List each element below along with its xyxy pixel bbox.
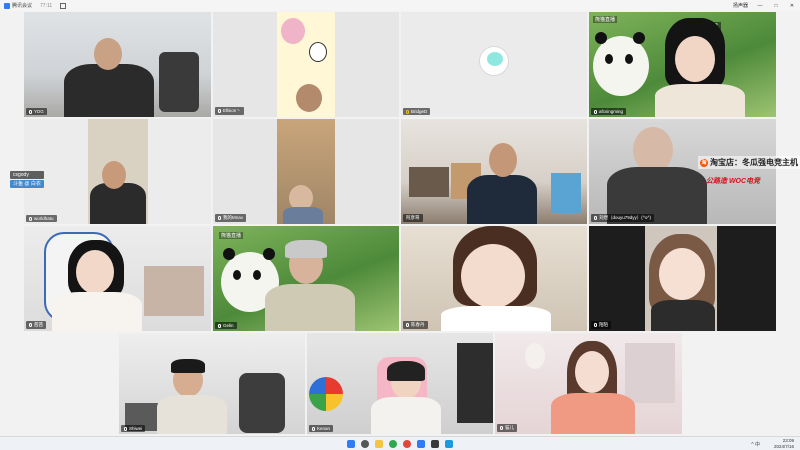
app-icon[interactable] bbox=[445, 439, 453, 448]
video-tile[interactable]: 熊猫直播 Gelin bbox=[213, 226, 399, 331]
speaker-button[interactable]: 扬声器 bbox=[733, 2, 748, 9]
participant-name: 刘煜（douyu79dyy）(^o^) bbox=[599, 215, 651, 220]
stream-tag: csgody bbox=[10, 171, 44, 179]
mic-icon bbox=[29, 323, 32, 327]
meeting-app-icon bbox=[4, 2, 10, 9]
participant-label: 阿彦哥 bbox=[403, 214, 423, 222]
video-tile[interactable]: 猫儿 bbox=[495, 333, 682, 434]
panda-sticker-text: 熊猫直播 bbox=[219, 232, 244, 239]
avatar bbox=[479, 46, 509, 76]
stream-overlay-left: csgody 斗鱼 @ 白衣 bbox=[10, 171, 44, 188]
mic-icon bbox=[406, 323, 409, 327]
participant-label: 陌陌 bbox=[591, 321, 611, 329]
video-tile[interactable]: Kenan bbox=[307, 333, 493, 434]
mic-icon bbox=[218, 216, 221, 220]
minimize-button[interactable]: — bbox=[756, 3, 764, 9]
participant-name: 阿彦哥 bbox=[406, 215, 420, 220]
video-tile[interactable]: YDG bbox=[24, 12, 211, 117]
participant-label: Ellsion丶 bbox=[215, 107, 244, 115]
participant-name: Shiwei bbox=[129, 426, 143, 431]
mic-icon bbox=[594, 216, 597, 220]
mic-icon bbox=[312, 426, 315, 431]
woc-overlay: 公路造 WOC电竞 bbox=[706, 178, 761, 185]
mic-icon bbox=[594, 109, 597, 114]
participant-label: 猫儿 bbox=[497, 424, 517, 432]
taskbar: ^ 中 23:09 2024/7/16 bbox=[0, 436, 800, 450]
maximize-button[interactable]: □ bbox=[772, 3, 780, 9]
video-tile[interactable]: 陌陌 bbox=[589, 226, 776, 331]
video-tile[interactable]: 我的Mnax bbox=[213, 119, 399, 224]
meeting-taskbar-icon[interactable] bbox=[417, 439, 425, 448]
file-explorer-icon[interactable] bbox=[375, 439, 383, 448]
mic-icon bbox=[406, 109, 409, 114]
stream-tag: 斗鱼 @ 白衣 bbox=[10, 180, 44, 188]
participant-name: Kenan bbox=[317, 426, 331, 431]
window-titlebar: 腾讯会议 77:11 扬声器 — □ ✕ bbox=[0, 0, 800, 11]
participant-label: 我的Mnax bbox=[215, 214, 247, 222]
window-controls: 扬声器 — □ ✕ bbox=[733, 2, 796, 10]
video-tile[interactable]: 熊猫直播 正在讲话 afcsingming bbox=[589, 12, 776, 117]
participant-name: 猫儿 bbox=[505, 425, 514, 430]
video-tile[interactable]: Shiwei bbox=[119, 333, 305, 434]
participant-name: 陈春丹 bbox=[411, 322, 425, 327]
participant-name: YDG bbox=[34, 109, 44, 114]
participant-name: afcsingming bbox=[599, 109, 624, 114]
taobao-overlay: 淘 淘宝店：冬瓜强电竞主机 bbox=[698, 156, 800, 169]
video-tile[interactable]: 阿彦哥 bbox=[401, 119, 587, 224]
mic-icon bbox=[594, 323, 597, 327]
video-tile[interactable]: 刘煜（douyu79dyy）(^o^) bbox=[589, 119, 776, 224]
participant-name: 陌陌 bbox=[599, 322, 608, 327]
browser-icon[interactable] bbox=[389, 439, 397, 448]
participant-name: Ellsion丶 bbox=[223, 108, 241, 113]
participant-label: afcsingming bbox=[591, 108, 627, 115]
windows-start-icon[interactable] bbox=[347, 439, 355, 448]
taobao-text: 淘宝店：冬瓜强电竞主机 bbox=[710, 158, 798, 167]
participant-label: YDG bbox=[26, 108, 47, 115]
participant-name: 我的Mnax bbox=[223, 215, 244, 220]
panda-sticker-text: 熊猫直播 bbox=[593, 16, 618, 23]
participant-label: 陈春丹 bbox=[403, 321, 428, 329]
app-icon[interactable] bbox=[431, 439, 439, 448]
video-tile[interactable]: worldhatu bbox=[24, 119, 211, 224]
meeting-timer: 77:11 bbox=[40, 2, 53, 9]
mic-icon bbox=[29, 216, 32, 221]
app-icon[interactable] bbox=[403, 439, 411, 448]
participant-name: Gelin bbox=[223, 323, 234, 328]
window-title: 腾讯会议 bbox=[12, 3, 33, 9]
taobao-icon: 淘 bbox=[700, 158, 708, 167]
mic-icon bbox=[29, 109, 32, 114]
search-icon[interactable] bbox=[361, 439, 369, 448]
mic-icon bbox=[500, 426, 503, 430]
mic-icon bbox=[218, 323, 221, 328]
video-tile[interactable]: BridgeD bbox=[401, 12, 587, 117]
video-tile[interactable]: Ellsion丶 bbox=[213, 12, 399, 117]
video-grid: YDG Ellsion丶 BridgeD 熊猫直播 正在讲话 afcsingmi… bbox=[24, 12, 776, 434]
mic-icon bbox=[124, 426, 127, 431]
participant-label: 茜茜 bbox=[26, 321, 46, 329]
participant-name: worldhatu bbox=[34, 216, 54, 221]
video-tile[interactable]: 茜茜 bbox=[24, 226, 211, 331]
participant-label: BridgeD bbox=[403, 108, 431, 115]
clock-date: 2024/7/16 bbox=[773, 444, 794, 449]
participant-name: 茜茜 bbox=[34, 322, 43, 327]
video-tile[interactable]: 陈春丹 bbox=[401, 226, 587, 331]
participant-label: Gelin bbox=[215, 322, 237, 329]
participant-label: worldhatu bbox=[26, 215, 57, 222]
system-tray[interactable]: ^ 中 bbox=[751, 441, 760, 448]
mic-icon bbox=[218, 109, 221, 113]
grid-layout-icon[interactable] bbox=[60, 2, 67, 9]
participant-label: Shiwei bbox=[121, 425, 146, 432]
participant-label: 刘煜（douyu79dyy）(^o^) bbox=[591, 214, 654, 222]
taskbar-clock[interactable]: 23:09 2024/7/16 bbox=[774, 438, 794, 450]
participant-name: BridgeD bbox=[411, 109, 428, 114]
participant-label: Kenan bbox=[309, 425, 334, 432]
close-button[interactable]: ✕ bbox=[788, 3, 796, 9]
